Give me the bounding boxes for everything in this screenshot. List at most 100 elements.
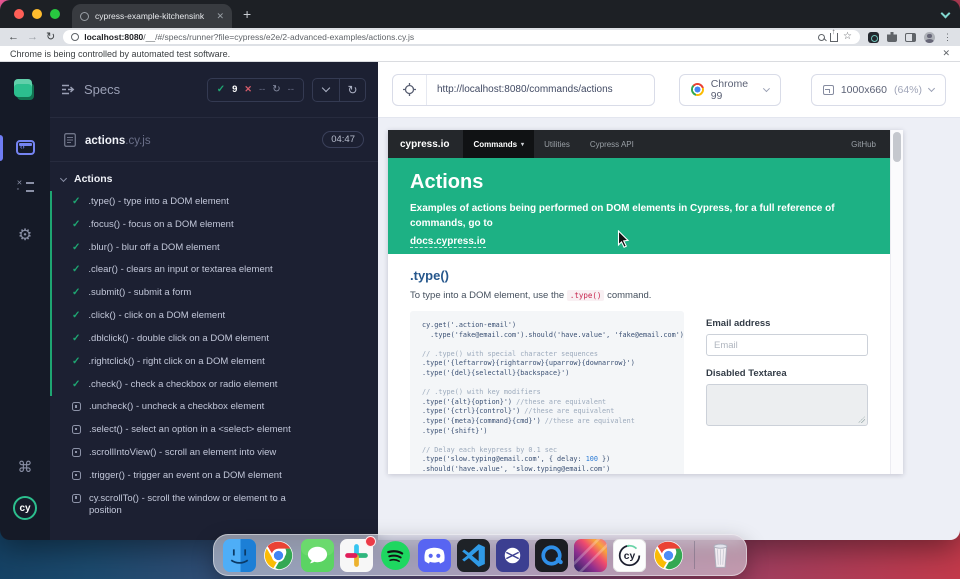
scrollbar-thumb[interactable] <box>893 132 901 162</box>
tab-search-chevron-icon[interactable] <box>941 9 951 19</box>
specs-header-buttons: ↻ <box>312 78 366 102</box>
dock-icon-cypress[interactable]: cy <box>613 539 646 572</box>
chevron-down-icon <box>763 85 770 92</box>
test-row[interactable]: ✓.rightclick() - right click on a DOM el… <box>50 351 378 374</box>
test-label: .type() - type into a DOM element <box>88 196 228 209</box>
nav-github-link[interactable]: GitHub <box>851 140 876 149</box>
dock-icon-linear[interactable] <box>496 539 529 572</box>
test-row[interactable]: ✓.clear() - clears an input or textarea … <box>50 259 378 282</box>
nav-utilities[interactable]: Utilities <box>534 130 580 158</box>
dock-icon-messages[interactable] <box>301 539 334 572</box>
collapse-all-button[interactable] <box>313 79 339 101</box>
chrome-logo-icon <box>691 83 704 96</box>
forward-button[interactable]: → <box>27 32 38 43</box>
section-heading: .type() <box>410 268 684 283</box>
new-tab-button[interactable]: + <box>243 6 251 22</box>
address-bar[interactable]: localhost:8080/__/#/specs/runner?file=cy… <box>63 30 860 44</box>
spec-file-row[interactable]: actions.cy.js 04:47 <box>50 118 378 162</box>
specs-label: Specs <box>84 82 120 97</box>
user-avatar-button[interactable]: cy <box>0 496 50 520</box>
dock-icon-spotify[interactable] <box>379 539 412 572</box>
browser-tab[interactable]: cypress-example-kitchensink ✕ <box>72 4 232 28</box>
profile-avatar[interactable] <box>924 32 935 43</box>
cypress-extension-icon[interactable] <box>868 32 879 43</box>
test-row[interactable]: ✓.focus() - focus on a DOM element <box>50 214 378 237</box>
test-row[interactable]: ✓.check() - check a checkbox or radio el… <box>50 374 378 397</box>
pending-icon <box>72 471 81 480</box>
keyboard-shortcuts-button[interactable]: ⌘ <box>0 460 50 475</box>
sidebar-item-specs[interactable] <box>0 140 50 155</box>
sidebar-item-runs[interactable] <box>0 180 50 194</box>
cypress-runner: ⚙ ⌘ cy Specs ✓ 9 ✕ -- ↻ -- <box>0 62 960 540</box>
test-row[interactable]: ✓.blur() - blur off a DOM element <box>50 237 378 260</box>
nav-commands-label: Commands <box>473 140 517 149</box>
pending-icon <box>72 425 81 434</box>
tab-close-icon[interactable]: ✕ <box>216 12 224 21</box>
test-row[interactable]: .select() - select an option in a <selec… <box>50 419 378 442</box>
browser-menu-icon[interactable]: ⋮ <box>943 33 952 42</box>
close-window-button[interactable] <box>14 9 24 19</box>
dock-icon-discord[interactable] <box>418 539 451 572</box>
notice-close-icon[interactable]: ✕ <box>942 48 950 59</box>
aut-toolbar: http://localhost:8080/commands/actions C… <box>378 62 960 118</box>
reload-button[interactable]: ↻ <box>46 32 55 43</box>
minimize-window-button[interactable] <box>32 9 42 19</box>
email-field[interactable] <box>706 334 868 356</box>
url-text[interactable]: localhost:8080/__/#/specs/runner?file=cy… <box>84 32 813 42</box>
test-label: .submit() - submit a form <box>88 287 191 300</box>
app-navbar: cypress.io Commands▾ Utilities Cypress A… <box>388 130 890 158</box>
window-controls[interactable] <box>14 9 60 19</box>
test-label: .trigger() - trigger an event on a DOM e… <box>89 470 282 483</box>
viewport-selector[interactable]: 1000x660 (64%) <box>811 74 946 106</box>
test-row[interactable]: .uncheck() - uncheck a checkbox element <box>50 396 378 419</box>
share-icon[interactable] <box>830 33 838 42</box>
test-row[interactable]: .scrollIntoView() - scroll an element in… <box>50 442 378 465</box>
fullscreen-window-button[interactable] <box>50 9 60 19</box>
app-brand[interactable]: cypress.io <box>400 139 449 150</box>
test-row[interactable]: ✓.dblclick() - double click on a DOM ele… <box>50 328 378 351</box>
docs-link[interactable]: docs.cypress.io <box>410 236 486 248</box>
dock-icon-chrome-alt[interactable] <box>652 539 685 572</box>
sidebar-item-settings[interactable]: ⚙ <box>0 228 50 244</box>
check-icon: ✓ <box>72 196 80 208</box>
browser-selector-label: Chrome 99 <box>711 78 758 102</box>
zoom-lens-icon[interactable] <box>818 34 825 41</box>
kitchensink-app: cypress.io Commands▾ Utilities Cypress A… <box>388 130 890 474</box>
test-row[interactable]: ✓.submit() - submit a form <box>50 282 378 305</box>
aut-scrollbar[interactable] <box>890 130 903 474</box>
side-panel-icon[interactable] <box>905 33 916 42</box>
extensions-puzzle-icon[interactable] <box>887 32 897 42</box>
passed-check-icon: ✓ <box>217 84 225 95</box>
disabled-textarea <box>706 384 868 426</box>
browser-selector[interactable]: Chrome 99 <box>679 74 781 106</box>
test-row[interactable]: .trigger() - trigger an event on a DOM e… <box>50 465 378 488</box>
test-group-actions[interactable]: Actions <box>50 167 378 191</box>
test-row[interactable]: cy.scrollTo() - scroll the window or ele… <box>50 488 378 524</box>
test-row[interactable]: ✓ .type() - type into a DOM element <box>50 191 378 214</box>
code-column: .type() To type into a DOM element, use … <box>410 268 684 474</box>
nav-cypress-api[interactable]: Cypress API <box>580 130 644 158</box>
aut-url-field[interactable]: http://localhost:8080/commands/actions <box>427 75 654 105</box>
inline-code: .type() <box>567 290 605 301</box>
nav-commands[interactable]: Commands▾ <box>463 130 534 158</box>
dock-icon-trash[interactable] <box>704 539 737 572</box>
tests-area: Actions ✓ .type() - type into a DOM eleme… <box>50 162 378 540</box>
dock-icon-vscode[interactable] <box>457 539 490 572</box>
rerun-tests-button[interactable]: ↻ <box>339 79 365 101</box>
tab-title: cypress-example-kitchensink <box>95 11 210 21</box>
chevron-down-icon <box>928 85 935 92</box>
dock-icon-quicktime[interactable] <box>535 539 568 572</box>
dock-icon-chrome[interactable] <box>262 539 295 572</box>
selector-playground-button[interactable] <box>393 75 427 105</box>
test-label: .dblclick() - double click on a DOM elem… <box>88 333 269 346</box>
dock-icon-finder[interactable] <box>223 539 256 572</box>
test-row[interactable]: ✓.click() - click on a DOM element <box>50 305 378 328</box>
cypress-app-logo-icon <box>14 79 35 100</box>
bookmark-star-icon[interactable]: ☆ <box>843 32 852 42</box>
back-button[interactable]: ← <box>8 32 19 43</box>
page-banner: Actions Examples of actions being perfor… <box>388 158 890 254</box>
dock-icon-gradient-app[interactable] <box>574 539 607 572</box>
dock-icon-slack[interactable] <box>340 539 373 572</box>
check-icon: ✓ <box>72 356 80 368</box>
page-info-icon[interactable] <box>71 33 79 41</box>
